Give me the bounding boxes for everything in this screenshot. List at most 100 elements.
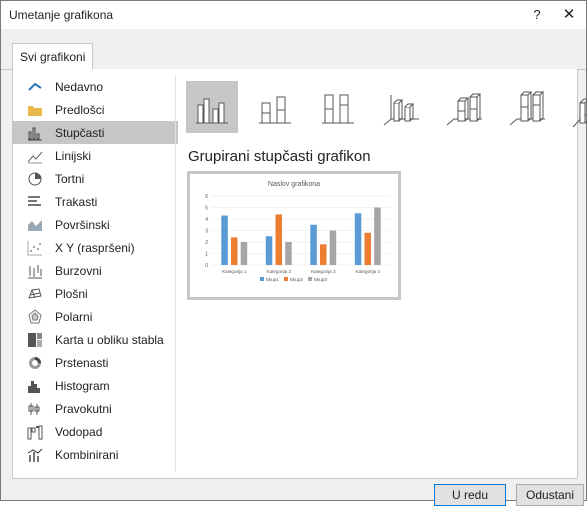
sunburst-chart-icon <box>27 355 43 371</box>
dialog-body: Svi grafikoni Nedavno Predlošci Stupčasti L… <box>1 29 587 506</box>
recent-icon <box>27 79 43 95</box>
legend-label: Skup2 <box>290 277 304 283</box>
clustered-column-icon[interactable] <box>186 81 238 133</box>
bar <box>354 213 362 265</box>
3d-column-icon[interactable] <box>564 81 587 133</box>
chart-category-item[interactable]: Prstenasti <box>13 351 178 374</box>
3d-clustered-column-icon[interactable] <box>375 81 427 133</box>
chart-category-item[interactable]: Tortni <box>13 167 178 190</box>
chart-category-label: Burzovni <box>55 263 102 278</box>
insert-chart-dialog: Umetanje grafikona ? ✕ Svi grafikoni Ned… <box>0 0 587 506</box>
cancel-button[interactable]: Odustani <box>516 484 584 506</box>
tab-all-charts[interactable]: Svi grafikoni <box>12 43 94 71</box>
pie-chart-icon <box>27 171 43 187</box>
title-bar: Umetanje grafikona ? ✕ <box>1 1 586 29</box>
dialog-title: Umetanje grafikona <box>9 8 114 22</box>
bar <box>265 236 273 265</box>
chart-category-label: Karta u obliku stabla <box>55 332 164 347</box>
area-chart-icon <box>27 217 43 233</box>
y-tick-label: 0 <box>205 263 208 269</box>
chart-category-item[interactable]: Histogram <box>13 374 178 397</box>
chart-preview-svg: Naslov grafikona 0 1 2 3 4 5 6 Kategorija 1 Kateg… <box>205 181 390 283</box>
chart-category-item[interactable]: Površinski <box>13 213 178 236</box>
ok-button[interactable]: U redu <box>434 484 506 506</box>
stock-chart-icon <box>27 263 43 279</box>
chart-category-label: Trakasti <box>55 194 98 209</box>
chart-category-item[interactable]: Trakasti <box>13 190 178 213</box>
chart-category-label: Stupčasti <box>55 125 105 140</box>
tab-strip: Svi grafikoni <box>1 43 586 71</box>
combo-chart-icon <box>27 447 43 463</box>
column-chart-icon <box>27 125 43 141</box>
3d-stacked-column-icon[interactable] <box>438 81 490 133</box>
stacked-column-icon[interactable] <box>249 81 301 133</box>
chart-type-heading: Grupirani stupčasti grafikon <box>188 148 371 165</box>
chart-category-item[interactable]: Nedavno <box>13 75 178 98</box>
bar <box>310 224 317 265</box>
chart-category-item[interactable]: Plošni <box>13 282 178 305</box>
chart-category-item[interactable]: Pravokutni <box>13 397 178 420</box>
chart-category-label: Prstenasti <box>55 355 109 370</box>
bar <box>364 232 371 265</box>
percent-stacked-column-icon[interactable] <box>312 81 364 133</box>
bar <box>320 244 327 265</box>
chart-category-item[interactable]: Vodopad <box>13 420 178 443</box>
chart-category-item[interactable]: Stupčasti <box>13 121 178 144</box>
divider <box>175 75 176 471</box>
line-chart-icon <box>27 148 43 164</box>
bar <box>374 207 381 265</box>
chart-category-item[interactable]: Kombinirani <box>13 443 178 466</box>
folder-icon <box>27 102 43 118</box>
y-tick-label: 5 <box>205 206 208 212</box>
chart-category-label: Tortni <box>55 171 85 186</box>
chart-category-label: Predlošci <box>55 102 105 117</box>
help-button[interactable]: ? <box>525 4 549 26</box>
y-tick-label: 2 <box>205 240 208 246</box>
chart-category-label: X Y (raspršeni) <box>55 240 135 255</box>
scatter-chart-icon <box>27 240 43 256</box>
y-tick-label: 4 <box>205 217 208 223</box>
chart-category-label: Nedavno <box>55 79 104 94</box>
chart-category-label: Plošni <box>55 286 88 301</box>
chart-category-label: Vodopad <box>55 424 103 439</box>
close-button[interactable]: ✕ <box>557 4 581 26</box>
legend-label: Skup3 <box>314 277 328 283</box>
tab-content: Nedavno Predlošci Stupčasti Linijski Tortni T… <box>12 69 587 479</box>
chart-preview[interactable]: Naslov grafikona 0 1 2 3 4 5 6 Kategorija 1 Kateg… <box>187 171 401 300</box>
y-tick-label: 6 <box>205 194 208 200</box>
chart-category-item[interactable]: Polarni <box>13 305 178 328</box>
chart-subtype-gallery <box>186 81 587 133</box>
x-tick-label: Kategorija 2 <box>266 269 291 274</box>
bar <box>329 230 337 265</box>
chart-category-item[interactable]: Burzovni <box>13 259 178 282</box>
chart-category-label: Polarni <box>55 309 93 324</box>
chart-category-item[interactable]: Linijski <box>13 144 178 167</box>
chart-category-item[interactable]: X Y (raspršeni) <box>13 236 178 259</box>
y-tick-label: 3 <box>205 229 208 235</box>
legend-label: Skup1 <box>266 277 280 283</box>
legend-swatch <box>308 277 312 281</box>
x-tick-label: Kategorija 3 <box>311 269 336 274</box>
bar <box>285 242 292 265</box>
chart-title: Naslov grafikona <box>268 181 320 188</box>
chart-category-list: Nedavno Predlošci Stupčasti Linijski Tortni T… <box>13 75 178 466</box>
box-whisker-chart-icon <box>27 401 43 417</box>
chart-category-label: Pravokutni <box>55 401 112 416</box>
histogram-chart-icon <box>27 378 43 394</box>
bar <box>240 242 248 265</box>
x-tick-label: Kategorija 1 <box>222 269 247 274</box>
chart-category-label: Površinski <box>55 217 110 232</box>
3d-percent-stacked-column-icon[interactable] <box>501 81 553 133</box>
chart-category-item[interactable]: Karta u obliku stabla <box>13 328 178 351</box>
waterfall-chart-icon <box>27 424 43 440</box>
legend-swatch <box>284 277 288 281</box>
surface-chart-icon <box>27 286 43 302</box>
x-tick-label: Kategorija 4 <box>355 269 380 274</box>
chart-category-item[interactable]: Predlošci <box>13 98 178 121</box>
bar <box>221 215 228 265</box>
bar <box>231 237 238 265</box>
chart-category-label: Kombinirani <box>55 447 119 462</box>
dialog-footer: U redu Odustani <box>1 481 586 506</box>
y-tick-label: 1 <box>205 252 208 258</box>
bar-chart-icon <box>27 194 43 210</box>
